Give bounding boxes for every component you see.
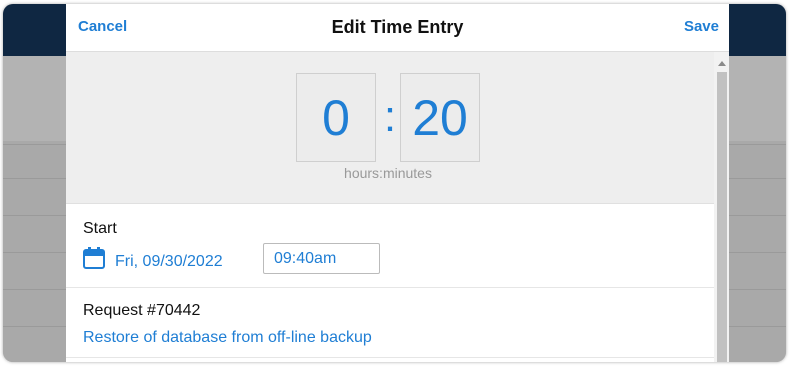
vertical-scrollbar[interactable] — [714, 52, 729, 362]
start-date[interactable]: Fri, 09/30/2022 — [115, 253, 223, 271]
duration-units-label: hours:minutes — [344, 165, 432, 181]
request-number: Request #70442 — [83, 302, 201, 319]
request-title-link[interactable]: Restore of database from off-line backup — [83, 329, 372, 347]
dialog-content: 0 : 20 hours:minutes Start Fri, 09/30/20… — [66, 52, 714, 362]
minutes-field[interactable]: 20 — [400, 73, 480, 162]
dialog-scroll-area[interactable]: 0 : 20 hours:minutes Start Fri, 09/30/20… — [66, 52, 729, 362]
app-frame: Cancel Edit Time Entry Save 0 : 20 hours… — [3, 4, 786, 362]
dialog-title: Edit Time Entry — [331, 17, 464, 37]
request-section: Request #70442 Restore of database from … — [66, 288, 714, 358]
scroll-up-arrow-icon[interactable] — [718, 61, 726, 66]
edit-time-entry-dialog: Cancel Edit Time Entry Save 0 : 20 hours… — [66, 4, 729, 362]
start-time-input[interactable] — [263, 243, 380, 274]
scrollbar-thumb[interactable] — [717, 72, 727, 362]
time-separator: : — [383, 92, 397, 141]
calendar-icon[interactable] — [83, 247, 105, 269]
duration-picker: 0 : 20 hours:minutes — [66, 52, 714, 204]
start-label: Start — [83, 220, 117, 237]
save-button[interactable]: Save — [684, 18, 719, 35]
start-section: Start Fri, 09/30/2022 — [66, 204, 714, 288]
cancel-button[interactable]: Cancel — [78, 18, 127, 35]
hours-field[interactable]: 0 — [296, 73, 376, 162]
dialog-header: Cancel Edit Time Entry Save — [66, 4, 729, 52]
